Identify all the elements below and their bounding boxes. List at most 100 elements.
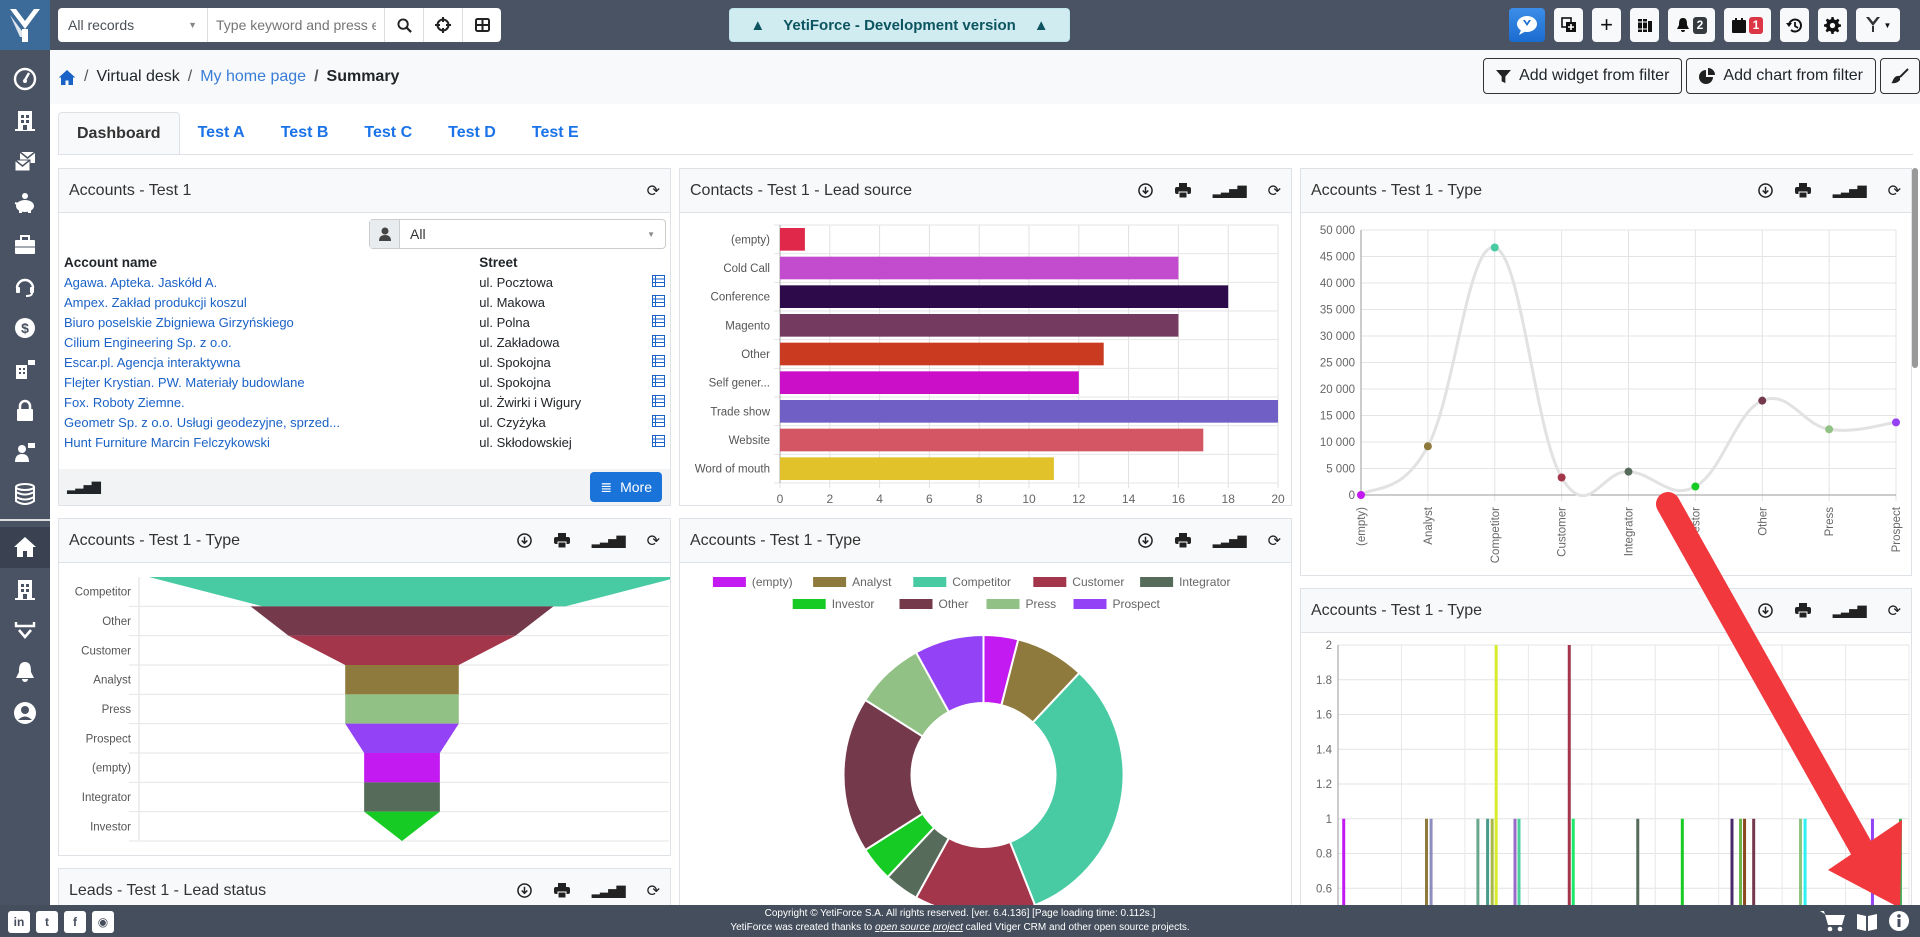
record-details-icon[interactable]: [637, 432, 670, 452]
account-name-link[interactable]: Biuro poselskie Zbigniewa Girzyńskiego: [59, 312, 474, 332]
refresh-icon[interactable]: ⟳: [1268, 181, 1281, 201]
knowledge-base-button[interactable]: [1630, 8, 1659, 42]
calendar-reminders-button[interactable]: 1: [1724, 8, 1771, 42]
download-icon[interactable]: [516, 533, 532, 548]
sidebar-item-sales[interactable]: [0, 183, 50, 225]
download-icon[interactable]: [516, 883, 532, 898]
record-details-icon[interactable]: [637, 372, 670, 392]
refresh-icon[interactable]: ⟳: [647, 531, 660, 551]
owner-filter-select[interactable]: All ▼: [369, 219, 666, 249]
record-details-icon[interactable]: [637, 352, 670, 372]
yetiforce-logo[interactable]: [0, 0, 50, 50]
print-icon[interactable]: [1174, 183, 1191, 198]
search-button[interactable]: [384, 8, 423, 42]
operator-search-button[interactable]: [423, 8, 462, 42]
add-widget-from-filter-button[interactable]: Add widget from filter: [1483, 58, 1683, 94]
sidebar-item-yetiforce[interactable]: [0, 610, 50, 652]
home-icon[interactable]: [58, 69, 76, 86]
table-row[interactable]: Cilium Engineering Sp. z o.o. ul. Zakłado…: [59, 332, 670, 352]
account-name-link[interactable]: Flejter Krystian. PW. Materiały budowlan…: [59, 372, 474, 392]
sidebar-item-security[interactable]: [0, 390, 50, 432]
sidebar-item-support[interactable]: [0, 266, 50, 308]
refresh-icon[interactable]: ⟳: [647, 881, 660, 901]
record-details-icon[interactable]: [637, 412, 670, 432]
history-button[interactable]: [1780, 8, 1809, 42]
tab-test-d[interactable]: Test D: [430, 112, 514, 154]
chart-options-icon[interactable]: ▂▃▅▇: [1213, 534, 1247, 548]
download-icon[interactable]: [1137, 533, 1153, 548]
search-input[interactable]: [208, 8, 384, 42]
sidebar-item-notifications[interactable]: [0, 651, 50, 693]
print-icon[interactable]: [1794, 183, 1811, 198]
tab-test-b[interactable]: Test B: [263, 112, 347, 154]
print-icon[interactable]: [553, 533, 570, 548]
chat-button[interactable]: [1509, 8, 1545, 42]
sidebar-item-companies[interactable]: [0, 568, 50, 610]
print-icon[interactable]: [1174, 533, 1191, 548]
chart-options-icon[interactable]: ▂▃▅▇: [1833, 184, 1867, 198]
refresh-icon[interactable]: ⟳: [1888, 181, 1901, 201]
record-details-icon[interactable]: [637, 272, 670, 292]
account-name-link[interactable]: Geometr Sp. z o.o. Usługi geodezyjne, sp…: [59, 412, 474, 432]
record-details-icon[interactable]: [637, 312, 670, 332]
account-name-link[interactable]: Hunt Furniture Marcin Felczykowski: [59, 432, 474, 452]
sidebar-item-profile[interactable]: [0, 693, 50, 735]
open-source-project-link[interactable]: open source project: [875, 922, 963, 933]
table-row[interactable]: Agawa. Apteka. Jaskółd A. ul. Pocztowa: [59, 272, 670, 292]
sidebar-item-logistics[interactable]: [0, 349, 50, 391]
table-row[interactable]: Flejter Krystian. PW. Materiały budowlan…: [59, 372, 670, 392]
sidebar-item-database[interactable]: [0, 473, 50, 515]
record-details-icon[interactable]: [637, 392, 670, 412]
more-button[interactable]: ≣ More: [590, 472, 662, 502]
sidebar-item-mail[interactable]: [0, 141, 50, 183]
settings-button[interactable]: [1818, 8, 1847, 42]
tab-test-a[interactable]: Test A: [180, 112, 263, 154]
advanced-search-button[interactable]: [462, 8, 501, 42]
table-row[interactable]: Ampex. Zakład produkcji koszul ul. Makowa: [59, 292, 670, 312]
account-name-link[interactable]: Cilium Engineering Sp. z o.o.: [59, 332, 474, 352]
user-menu-button[interactable]: ▼: [1856, 8, 1900, 42]
shop-cart-icon[interactable]: [1820, 910, 1846, 935]
add-chart-from-filter-button[interactable]: Add chart from filter: [1686, 58, 1876, 94]
account-name-link[interactable]: Ampex. Zakład produkcji koszul: [59, 292, 474, 312]
account-name-link[interactable]: Agawa. Apteka. Jaskółd A.: [59, 272, 474, 292]
column-header-account-name[interactable]: Account name: [59, 253, 474, 272]
tab-test-e[interactable]: Test E: [514, 112, 597, 154]
print-icon[interactable]: [553, 883, 570, 898]
chart-options-icon[interactable]: ▂▃▅▇: [1213, 184, 1247, 198]
chart-options-icon[interactable]: ▂▃▅▇: [592, 534, 626, 548]
chart-options-icon[interactable]: ▂▃▅▇: [592, 884, 626, 898]
download-icon[interactable]: [1137, 183, 1153, 198]
chart-options-icon[interactable]: ▂▃▅▇: [67, 480, 101, 494]
table-row[interactable]: Geometr Sp. z o.o. Usługi geodezyjne, sp…: [59, 412, 670, 432]
info-icon[interactable]: [1888, 910, 1910, 935]
search-scope-select[interactable]: All records ▼: [58, 8, 208, 42]
page-scrollbar[interactable]: [1912, 168, 1918, 368]
notifications-button[interactable]: 2: [1668, 8, 1715, 42]
breadcrumb-my-home-page[interactable]: My home page: [200, 68, 306, 86]
quick-create-records-button[interactable]: [1554, 8, 1583, 42]
sidebar-item-projects[interactable]: [0, 224, 50, 266]
table-row[interactable]: Biuro poselskie Zbigniewa Girzyńskiego ul…: [59, 312, 670, 332]
print-icon[interactable]: [1794, 603, 1811, 618]
refresh-icon[interactable]: ⟳: [647, 181, 660, 201]
refresh-icon[interactable]: ⟳: [1888, 601, 1901, 621]
download-icon[interactable]: [1757, 183, 1773, 198]
table-row[interactable]: Fox. Roboty Ziemne. ul. Żwirki i Wigury: [59, 392, 670, 412]
refresh-icon[interactable]: ⟳: [1268, 531, 1281, 551]
account-name-link[interactable]: Fox. Roboty Ziemne.: [59, 392, 474, 412]
account-name-link[interactable]: Escar.pl. Agencja interaktywna: [59, 352, 474, 372]
sidebar-item-home[interactable]: [0, 526, 50, 568]
documentation-book-icon[interactable]: [1856, 910, 1878, 935]
download-icon[interactable]: [1757, 603, 1773, 618]
sidebar-item-hr[interactable]: [0, 432, 50, 474]
column-header-street[interactable]: Street: [474, 253, 636, 272]
sidebar-item-finances[interactable]: $: [0, 307, 50, 349]
quick-create-button[interactable]: +: [1592, 8, 1621, 42]
sidebar-item-dashboard[interactable]: [0, 58, 50, 100]
record-details-icon[interactable]: [637, 332, 670, 352]
table-row[interactable]: Escar.pl. Agencja interaktywna ul. Spokoj…: [59, 352, 670, 372]
table-row[interactable]: Hunt Furniture Marcin Felczykowski ul. Sk…: [59, 432, 670, 452]
tab-dashboard[interactable]: Dashboard: [58, 112, 180, 154]
sidebar-item-accounts[interactable]: [0, 100, 50, 142]
